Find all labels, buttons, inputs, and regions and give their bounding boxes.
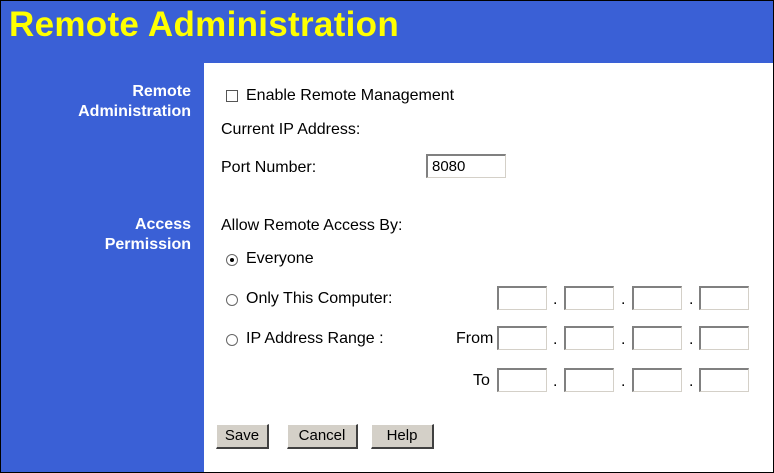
radio-everyone[interactable]: [226, 254, 238, 266]
radio-only-this-computer-label: Only This Computer:: [246, 290, 393, 307]
remote-admin-label-line1: Remote: [132, 83, 191, 100]
radio-only-this-computer[interactable]: [226, 294, 238, 306]
ip-dot: .: [621, 373, 626, 390]
only-this-ip-octet-4[interactable]: [699, 286, 749, 310]
access-label-line2: Permission: [104, 236, 191, 253]
range-from-octet-3[interactable]: [632, 326, 682, 350]
port-number-input[interactable]: [426, 154, 506, 178]
ip-dot: .: [553, 291, 558, 308]
remote-admin-label-line2: Administration: [78, 103, 191, 120]
access-label-line1: Access: [134, 216, 191, 233]
cancel-button[interactable]: Cancel: [287, 424, 358, 449]
ip-dot: .: [553, 331, 558, 348]
enable-remote-management-label: Enable Remote Management: [246, 87, 455, 104]
ip-dot: .: [689, 291, 694, 308]
range-from-octet-4[interactable]: [699, 326, 749, 350]
range-to-octet-2[interactable]: [564, 368, 614, 392]
only-this-ip-octet-2[interactable]: [564, 286, 614, 310]
allow-remote-access-label: Allow Remote Access By:: [221, 217, 403, 234]
remote-administration-page: Remote Administration Remote Administrat…: [0, 0, 774, 473]
range-from-label: From: [456, 330, 494, 347]
only-this-ip-octet-3[interactable]: [632, 286, 682, 310]
range-to-octet-3[interactable]: [632, 368, 682, 392]
range-to-label: To: [473, 372, 490, 389]
help-button[interactable]: Help: [371, 424, 434, 449]
port-number-label: Port Number:: [221, 159, 317, 176]
ip-dot: .: [621, 291, 626, 308]
radio-ip-address-range-label: IP Address Range :: [246, 330, 384, 347]
range-to-octet-4[interactable]: [699, 368, 749, 392]
page-title: Remote Administration: [9, 5, 400, 44]
ip-dot: .: [621, 331, 626, 348]
ip-dot: .: [553, 373, 558, 390]
radio-everyone-label: Everyone: [246, 250, 314, 267]
remote-admin-section-label: Remote Administration: [78, 82, 191, 122]
range-from-octet-2[interactable]: [564, 326, 614, 350]
enable-remote-management-checkbox[interactable]: [226, 90, 238, 102]
radio-ip-address-range[interactable]: [226, 334, 238, 346]
current-ip-label: Current IP Address:: [221, 121, 361, 138]
ip-dot: .: [689, 373, 694, 390]
ip-dot: .: [689, 331, 694, 348]
save-button[interactable]: Save: [216, 424, 269, 449]
range-from-octet-1[interactable]: [497, 326, 547, 350]
range-to-octet-1[interactable]: [497, 368, 547, 392]
only-this-ip-octet-1[interactable]: [497, 286, 547, 310]
access-permission-section-label: Access Permission: [105, 215, 191, 255]
